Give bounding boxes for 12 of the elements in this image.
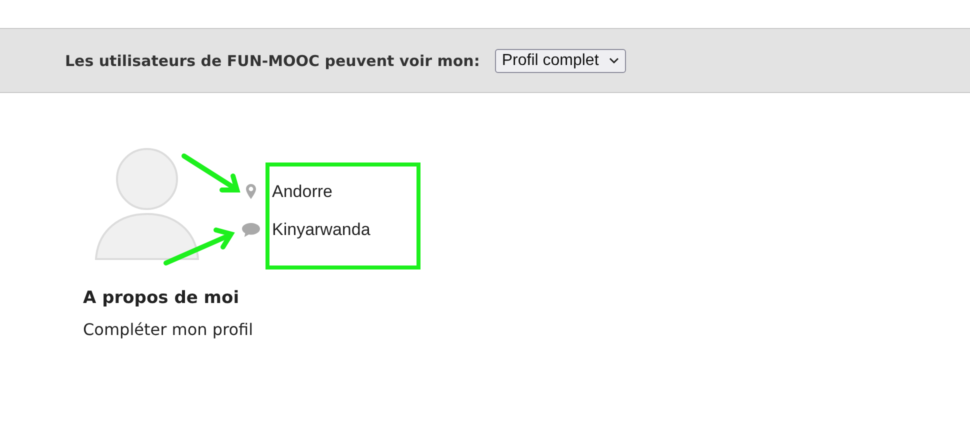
- location-text: Andorre: [272, 182, 332, 202]
- annotation-arrow: [182, 154, 240, 192]
- speech-bubble-icon: [242, 222, 260, 236]
- language-text: Kinyarwanda: [272, 220, 370, 240]
- annotation-arrow: [164, 228, 235, 266]
- visibility-select[interactable]: Profil complet: [494, 48, 626, 72]
- chevron-icon: [608, 57, 619, 64]
- avatar-placeholder-icon: [95, 148, 199, 260]
- complete-profile-link[interactable]: Compléter mon profil: [83, 320, 254, 339]
- map-pin-icon: [246, 184, 256, 199]
- about-heading: A propos de moi: [83, 288, 240, 308]
- visibility-label: Les utilisateurs de FUN-MOOC peuvent voir mon:: [65, 52, 480, 70]
